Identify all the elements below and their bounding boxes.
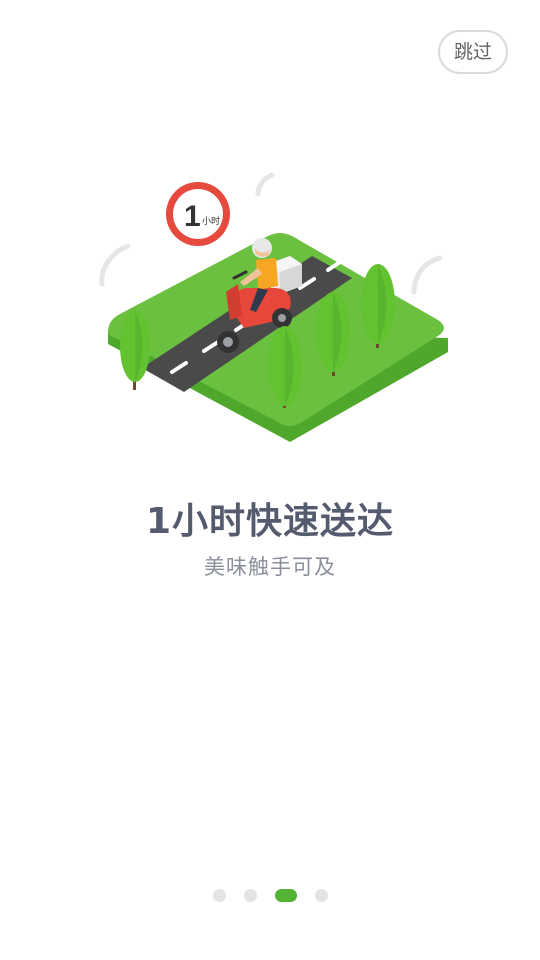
page-indicator [0, 889, 540, 903]
sign-unit: 小时 [202, 215, 220, 227]
page-dot-4[interactable] [315, 889, 328, 902]
swoosh-top [255, 172, 275, 197]
page-subtitle: 美味触手可及 [204, 555, 336, 579]
sign-number: 1 [184, 200, 201, 233]
speed-limit-sign: 1 小时 [166, 182, 230, 246]
page-title: 1小时快速送达 [145, 501, 395, 542]
delivery-illustration: 1 小时 [99, 172, 448, 442]
swoosh-left [99, 243, 131, 287]
skip-button[interactable]: 跳过 [438, 30, 508, 74]
onboarding-screen: 跳过 1 小时 1小时快速送达 美味触手可及 [0, 0, 540, 960]
tree-left [120, 310, 150, 390]
page-dot-3-active[interactable] [275, 889, 297, 902]
page-dot-1[interactable] [213, 889, 226, 902]
swoosh-right [411, 255, 443, 295]
page-dot-2[interactable] [244, 889, 257, 902]
